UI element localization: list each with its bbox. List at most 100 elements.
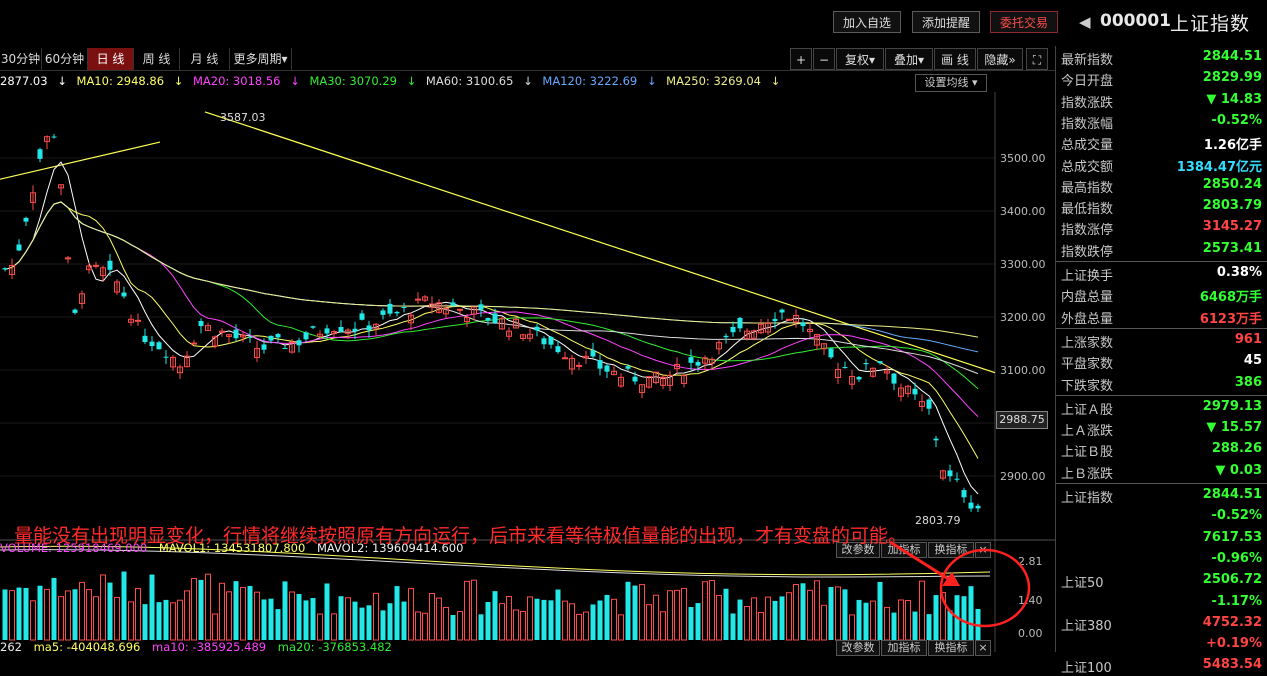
candle-body: [366, 325, 372, 331]
candle-body: [534, 326, 540, 331]
period-weekly[interactable]: 周 线: [134, 48, 180, 70]
volume-bar: [366, 605, 372, 640]
ma10-line: [4, 201, 979, 459]
quote-row: 总成交额 1384.47亿元: [1056, 154, 1262, 175]
candle-body: [604, 365, 610, 372]
trend-line: [0, 141, 161, 180]
volume-bar: [415, 611, 421, 641]
period-60min[interactable]: 60分钟: [42, 48, 88, 70]
shares-row: 上Ａ涨跌 ▼ 15.57: [1056, 418, 1262, 439]
ma-legend: 2877.03 ↓ MA10: 2948.86 ↓ MA20: 3018.56 …: [0, 74, 786, 92]
hide-label: 隐藏: [984, 53, 1009, 67]
candle-body: [149, 341, 155, 347]
volume-bar: [16, 587, 22, 640]
period-more[interactable]: 更多周期▾: [230, 48, 292, 70]
double-right-icon: »: [1008, 53, 1016, 67]
volume-bar: [380, 610, 386, 640]
back-arrow-icon[interactable]: ◀: [1079, 13, 1091, 31]
stats-label: 外盘总量: [1061, 311, 1114, 327]
set-ma-button[interactable]: 设置均线 ▾: [915, 74, 987, 92]
volume-bar: [359, 607, 365, 640]
breadth-value: 961: [1234, 331, 1262, 347]
volume-bar: [548, 600, 554, 640]
volume-bar: [233, 581, 239, 640]
volume-bar: [240, 586, 246, 641]
volume-bar: [821, 604, 827, 641]
candle-body: [142, 335, 148, 343]
volume-bar: [205, 573, 211, 641]
candle-body: [478, 304, 484, 310]
candle-body: [912, 388, 918, 395]
zoom-in-button[interactable]: +: [790, 48, 812, 70]
stock-name: 上证指数: [1170, 13, 1251, 35]
period-more-label: 更多周期: [233, 52, 282, 66]
trade-button[interactable]: 委托交易: [990, 11, 1058, 33]
draw-line-button[interactable]: 画 线: [934, 48, 976, 70]
volume-bar: [212, 613, 218, 641]
candle-body: [856, 376, 862, 380]
volume-bar: [485, 602, 491, 640]
adjust-button[interactable]: 复权▾: [836, 48, 884, 70]
volume-bar: [751, 597, 757, 641]
add-alert-button[interactable]: 添加提醒: [912, 11, 980, 33]
volume-bar: [534, 598, 540, 640]
period-bar: 30分钟 60分钟 日 线 周 线 月 线 更多周期▾ + − 复权▾ 叠加▾ …: [0, 48, 1055, 71]
close-icon[interactable]: ×: [975, 640, 991, 656]
overlay-button[interactable]: 叠加▾: [885, 48, 933, 70]
volume-bar: [422, 612, 428, 641]
trend-line: [204, 111, 996, 374]
volume-bar: [247, 585, 253, 640]
candle-body: [555, 346, 561, 353]
volume-bar: [177, 599, 183, 641]
volume-bar: [828, 587, 834, 640]
fullscreen-icon[interactable]: ⛶: [1026, 48, 1048, 70]
annotation-comment: 量能没有出现明显变化，行情将继续按照原有方向运行，后市来看等待极值量能的出现，才…: [14, 525, 908, 547]
price-tick: 3400.00: [1000, 205, 1046, 218]
period-30min[interactable]: 30分钟: [0, 48, 42, 70]
indices-row: 上证100 5483.54: [1056, 655, 1262, 676]
switch-indicator-button[interactable]: 换指标: [928, 640, 974, 656]
quote-value: 2803.79: [1202, 198, 1262, 214]
quote-value: 2573.41: [1202, 240, 1262, 256]
candle-body: [156, 342, 162, 350]
candle-body: [380, 310, 386, 315]
quote-label: 总成交量: [1061, 138, 1114, 154]
candle-body: [401, 306, 407, 308]
breadth-label: 平盘家数: [1061, 357, 1114, 373]
volume-bar: [9, 590, 15, 641]
zoom-out-button[interactable]: −: [813, 48, 835, 70]
price-tick: 3300.00: [1000, 258, 1046, 271]
shares-label: 上证Ａ股: [1061, 402, 1114, 418]
volume-bar: [149, 574, 155, 640]
quote-row: 最高指数 2850.24: [1056, 175, 1262, 196]
indices-label: 上证380: [1061, 618, 1112, 634]
add-indicator-button[interactable]: 加指标: [881, 640, 927, 656]
volume-bar: [457, 611, 463, 641]
volume-bar: [527, 596, 533, 641]
ma10-value: MA10: 2948.86 ↓: [76, 74, 184, 88]
volume-bar: [618, 614, 624, 641]
indices-value: -1.17%: [1211, 593, 1263, 609]
period-daily[interactable]: 日 线: [88, 48, 134, 70]
indices-row: 7617.53: [1056, 528, 1262, 549]
price-tick: 2900.00: [1000, 470, 1046, 483]
price-tick: 3200.00: [1000, 311, 1046, 324]
volume-bar: [590, 604, 596, 640]
hide-button[interactable]: 隐藏»: [977, 48, 1023, 70]
set-ma-label: 设置均线: [924, 76, 969, 89]
volume-bar: [597, 600, 603, 640]
indices-row: 上证50 2506.72: [1056, 570, 1262, 591]
volume-bar: [611, 598, 617, 641]
volume-bar: [191, 578, 197, 641]
candle-body: [975, 505, 981, 509]
edit-params-button[interactable]: 改参数: [836, 640, 880, 656]
quote-label: 指数跌停: [1061, 244, 1114, 260]
period-monthly[interactable]: 月 线: [180, 48, 230, 70]
volume-bar: [429, 593, 435, 641]
add-watchlist-button[interactable]: 加入自选: [833, 11, 901, 33]
candle-body: [723, 335, 729, 338]
candle-body: [933, 438, 939, 441]
indices-row: -1.17%: [1056, 592, 1263, 613]
volume-bar: [373, 592, 379, 641]
candle-body: [485, 317, 491, 321]
